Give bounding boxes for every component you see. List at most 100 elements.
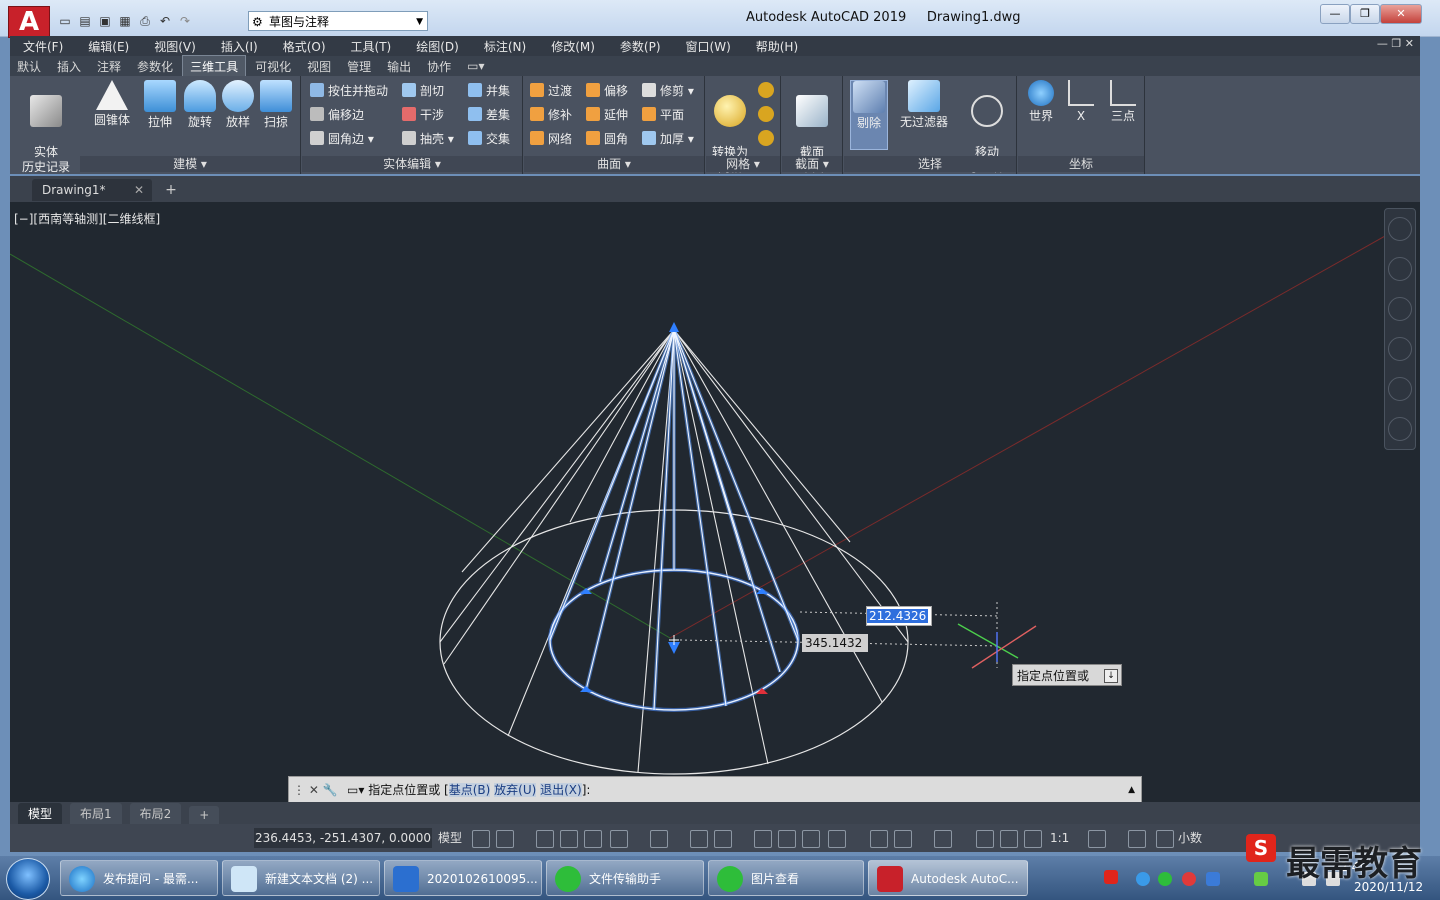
- shell-button[interactable]: 抽壳 ▾: [402, 130, 454, 148]
- annotation-scale[interactable]: 1:1: [1050, 828, 1069, 848]
- task-autocad[interactable]: Autodesk AutoC...: [868, 860, 1028, 896]
- close-tab-icon[interactable]: ✕: [134, 179, 144, 201]
- tab-collaborate[interactable]: 协作: [420, 56, 458, 77]
- weibo-tray-icon[interactable]: [1182, 872, 1196, 886]
- network-tray-icon[interactable]: [1136, 872, 1150, 886]
- tab-3d-tools[interactable]: 三维工具: [182, 55, 247, 77]
- annotation-visibility-icon[interactable]: [976, 830, 994, 848]
- ribbon-options-toggle[interactable]: ▭▾: [460, 57, 491, 75]
- isodraft-icon[interactable]: [650, 830, 668, 848]
- save-icon[interactable]: ▣: [96, 12, 114, 30]
- trim-button[interactable]: 修剪 ▾: [642, 82, 694, 100]
- culling-button[interactable]: 剔除: [850, 80, 888, 150]
- fillet-edge-button[interactable]: 圆角边 ▾: [310, 130, 374, 148]
- polar-icon[interactable]: [610, 830, 628, 848]
- modeling-panel-title[interactable]: 建模 ▾: [80, 156, 300, 172]
- menu-tools[interactable]: 工具(T): [351, 38, 404, 55]
- object-snap-tracking-icon[interactable]: [690, 830, 708, 848]
- selection-cycling-icon[interactable]: [802, 830, 820, 848]
- selection-filter-icon[interactable]: [894, 830, 912, 848]
- patch-button[interactable]: 修补: [530, 106, 572, 124]
- document-window-controls[interactable]: — ❐ ✕: [1377, 37, 1414, 50]
- crosshair-add-icon[interactable]: [1128, 830, 1146, 848]
- tab-layout1[interactable]: 布局1: [70, 803, 122, 824]
- option-undo[interactable]: 放弃(U): [494, 783, 537, 797]
- start-button[interactable]: [6, 858, 50, 900]
- presspull-button[interactable]: 按住并拖动: [310, 82, 388, 100]
- menu-help[interactable]: 帮助(H): [756, 38, 810, 55]
- mesh-tool-icon-3[interactable]: [758, 130, 774, 146]
- tab-layout2[interactable]: 布局2: [129, 803, 182, 824]
- coordinates-readout[interactable]: 236.4453, -251.4307, 0.0000: [254, 828, 432, 848]
- option-exit[interactable]: 退出(X): [540, 783, 582, 797]
- annotation-scale-icon[interactable]: [1024, 830, 1042, 848]
- menu-edit[interactable]: 编辑(E): [88, 38, 141, 55]
- showmotion-icon[interactable]: [1388, 417, 1412, 441]
- new-file-icon[interactable]: ▭: [56, 12, 74, 30]
- drawing-canvas[interactable]: [10, 202, 1420, 802]
- mesh-tool-icon-1[interactable]: [758, 82, 774, 98]
- task-word[interactable]: 2020102610095...: [384, 860, 542, 896]
- auto-scale-icon[interactable]: [1000, 830, 1018, 848]
- task-ie[interactable]: 发布提问 - 最需...: [60, 860, 218, 896]
- maximize-button[interactable]: ❐: [1350, 4, 1380, 24]
- tab-visualize[interactable]: 可视化: [248, 56, 298, 77]
- save-as-icon[interactable]: ▦: [116, 12, 134, 30]
- section-panel-title[interactable]: 截面 ▾: [782, 156, 842, 172]
- dynamic-prompt-tooltip[interactable]: 指定点位置或 ↓: [1012, 664, 1122, 686]
- cone-button[interactable]: 圆锥体: [90, 80, 134, 128]
- menu-draw[interactable]: 绘图(D): [416, 38, 471, 55]
- drawing-viewport[interactable]: [−][西南等轴测][二维线框] 212.4326 345.1432 指定点位置…: [10, 202, 1420, 802]
- task-image-viewer[interactable]: 图片查看: [708, 860, 864, 896]
- add-layout-button[interactable]: +: [189, 806, 220, 824]
- intersect-button[interactable]: 交集: [468, 130, 510, 148]
- revolve-button[interactable]: 旋转: [180, 80, 220, 130]
- ucs-world-button[interactable]: 世界: [1024, 80, 1058, 124]
- ortho-icon[interactable]: [584, 830, 602, 848]
- units-icon[interactable]: [1156, 830, 1174, 848]
- task-file-transfer[interactable]: 文件传输助手: [546, 860, 704, 896]
- tab-parametric[interactable]: 参数化: [130, 56, 180, 77]
- planar-button[interactable]: 平面: [642, 106, 684, 124]
- option-base-point[interactable]: 基点(B): [448, 783, 491, 797]
- dynamic-input-distance[interactable]: 212.4326: [866, 606, 932, 626]
- solid-history-button[interactable]: 实体 历史记录: [18, 80, 74, 175]
- thicken-button[interactable]: 加厚 ▾: [642, 130, 694, 148]
- 3d-osnap-icon[interactable]: [828, 830, 846, 848]
- menu-window[interactable]: 窗口(W): [686, 38, 743, 55]
- surface-panel-title[interactable]: 曲面 ▾: [524, 156, 704, 172]
- tab-default[interactable]: 默认: [10, 56, 48, 77]
- ucs-3point-button[interactable]: 三点: [1106, 80, 1140, 124]
- object-snap-icon[interactable]: [714, 830, 732, 848]
- no-filter-button[interactable]: 无过滤器: [896, 80, 952, 130]
- apex-grip[interactable]: [669, 322, 679, 332]
- offset-edge-button[interactable]: 偏移边: [310, 106, 364, 124]
- network-button[interactable]: 网络: [530, 130, 572, 148]
- undo-icon[interactable]: ↶: [156, 12, 174, 30]
- menu-insert[interactable]: 插入(I): [221, 38, 270, 55]
- zoom-extents-icon[interactable]: [1388, 337, 1412, 361]
- tab-model[interactable]: 模型: [18, 803, 63, 824]
- tab-annotate[interactable]: 注释: [90, 56, 128, 77]
- workspace-dropdown[interactable]: ⚙ 草图与注释 ▼: [248, 11, 428, 31]
- select-panel-title[interactable]: 选择: [844, 156, 1016, 172]
- dynamic-input-icon[interactable]: [560, 830, 578, 848]
- command-history-toggle[interactable]: ▲: [1128, 777, 1135, 803]
- mesh-panel-title[interactable]: 网格 ▾: [706, 156, 780, 172]
- menu-dimension[interactable]: 标注(N): [484, 38, 538, 55]
- menu-view[interactable]: 视图(V): [154, 38, 208, 55]
- viewport-controls-label[interactable]: [−][西南等轴测][二维线框]: [14, 210, 160, 227]
- subtract-button[interactable]: 差集: [468, 106, 510, 124]
- interfere-button[interactable]: 干涉: [402, 106, 444, 124]
- gizmo-icon[interactable]: [934, 830, 952, 848]
- app-menu-button[interactable]: A: [8, 6, 50, 38]
- redo-icon[interactable]: ↷: [176, 12, 194, 30]
- solid-edit-panel-title[interactable]: 实体编辑 ▾: [302, 156, 522, 172]
- model-space-toggle[interactable]: 模型: [438, 828, 462, 848]
- print-icon[interactable]: ⎙: [136, 12, 154, 30]
- menu-parametric[interactable]: 参数(P): [620, 38, 673, 55]
- surface-fillet-button[interactable]: 圆角: [586, 130, 628, 148]
- slice-button[interactable]: 剖切: [402, 82, 444, 100]
- menu-modify[interactable]: 修改(M): [551, 38, 607, 55]
- open-file-icon[interactable]: ▤: [76, 12, 94, 30]
